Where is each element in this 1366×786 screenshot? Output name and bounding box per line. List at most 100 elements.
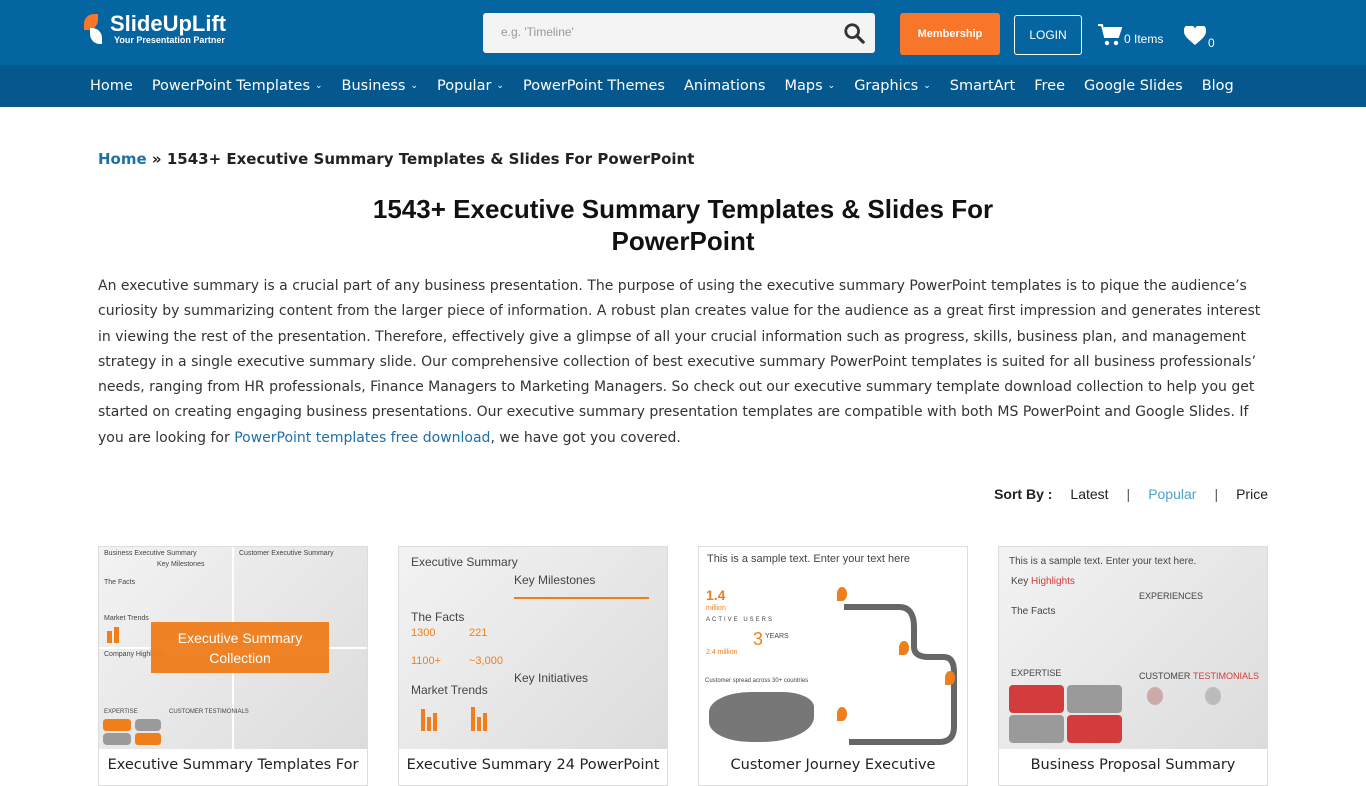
nav-label: Free	[1034, 78, 1065, 94]
nav-label: PowerPoint Templates	[151, 78, 310, 94]
search-input[interactable]: e.g. 'Timeline'	[483, 13, 875, 53]
product-card[interactable]: Business Executive Summary Customer Exec…	[98, 546, 368, 786]
nav-item-home[interactable]: Home	[90, 78, 133, 94]
nav-item-blog[interactable]: Blog	[1202, 78, 1234, 94]
wishlist-count: 0	[1208, 36, 1215, 50]
sort-bar: Sort By : Latest | Popular | Price	[994, 486, 1268, 502]
nav-item-google-slides[interactable]: Google Slides	[1084, 78, 1183, 94]
breadcrumb-current: 1543+ Executive Summary Templates & Slid…	[166, 150, 695, 168]
sort-popular[interactable]: Popular	[1148, 486, 1196, 502]
chevron-down-icon: ⌄	[827, 81, 836, 91]
thumb-text: This is a sample text. Enter your text h…	[1009, 556, 1197, 567]
nav-label: Maps	[784, 78, 823, 94]
thumb-text: This is a sample text. Enter your text h…	[707, 553, 910, 565]
thumb-text: EXPERIENCES	[1139, 591, 1204, 601]
thumb-text: Business Executive Summary	[104, 550, 197, 557]
nav-label: Google Slides	[1084, 78, 1183, 94]
divider: |	[1214, 486, 1219, 502]
card-thumbnail[interactable]: Business Executive Summary Customer Exec…	[99, 547, 367, 749]
logo[interactable]: SlideUpLift Your Presentation Partner	[82, 12, 226, 46]
chevron-down-icon: ⌄	[496, 81, 504, 91]
page-title: 1543+ Executive Summary Templates & Slid…	[372, 194, 994, 256]
cart-link[interactable]: 0 Items	[1098, 24, 1163, 46]
nav-item-animations[interactable]: Animations	[684, 78, 765, 94]
thumb-text: EXPERTISE	[104, 709, 138, 715]
thumb-text: The Facts	[104, 579, 136, 586]
thumb-text: Executive Summary	[411, 555, 518, 569]
free-templates-link[interactable]: PowerPoint templates free download	[234, 430, 490, 446]
thumb-text: 2.4 million	[706, 649, 738, 656]
sort-price[interactable]: Price	[1236, 486, 1268, 502]
nav-item-powerpoint-themes[interactable]: PowerPoint Themes	[523, 78, 665, 94]
thumb-text: Market Trends	[411, 683, 488, 697]
nav-item-powerpoint-templates[interactable]: PowerPoint Templates ⌄	[152, 78, 323, 94]
nav-item-maps[interactable]: Maps ⌄	[784, 78, 835, 94]
cart-icon	[1098, 24, 1122, 46]
journey-road	[844, 604, 957, 745]
product-card[interactable]: Executive Summary Key Milestones The Fac…	[398, 546, 668, 786]
nav-label: Popular	[437, 78, 492, 94]
nav-label: Business	[341, 78, 406, 94]
breadcrumb-home[interactable]: Home	[98, 150, 147, 168]
sort-latest[interactable]: Latest	[1070, 486, 1108, 502]
thumb-text: 221	[469, 627, 488, 639]
logo-icon	[82, 12, 106, 46]
collection-overlay: Executive Summary Collection	[151, 622, 329, 673]
chevron-down-icon: ⌄	[315, 81, 323, 91]
thumb-text: 1300	[411, 627, 436, 639]
card-title[interactable]: Executive Summary Templates For	[99, 749, 367, 773]
thumb-text: 3	[753, 629, 764, 649]
nav-item-smartart[interactable]: SmartArt	[950, 78, 1015, 94]
breadcrumb: Home » 1543+ Executive Summary Templates…	[98, 150, 694, 168]
nav-label: Animations	[684, 78, 766, 94]
chevron-down-icon: ⌄	[923, 81, 931, 91]
thumb-text: million	[706, 605, 726, 612]
search-icon[interactable]	[843, 22, 865, 44]
card-title[interactable]: Business Proposal Summary	[999, 749, 1267, 773]
thumb-text: The Facts	[411, 610, 465, 624]
search-placeholder: e.g. 'Timeline'	[501, 25, 574, 39]
card-title[interactable]: Executive Summary 24 PowerPoint	[399, 749, 667, 773]
wishlist-link[interactable]: 0	[1184, 26, 1215, 50]
card-thumbnail[interactable]: Executive Summary Key Milestones The Fac…	[399, 547, 667, 749]
top-header: SlideUpLift Your Presentation Partner e.…	[0, 0, 1366, 65]
thumb-text: Key	[1011, 576, 1029, 587]
product-card[interactable]: This is a sample text. Enter your text h…	[698, 546, 968, 786]
thumb-text: Key Milestones	[514, 573, 596, 587]
page-description: An executive summary is a crucial part o…	[98, 274, 1270, 451]
thumb-text: CUSTOMER TESTIMONIALS	[169, 709, 249, 715]
login-button[interactable]: LOGIN	[1014, 15, 1082, 55]
description-text: An executive summary is a crucial part o…	[98, 278, 1261, 446]
nav-item-popular[interactable]: Popular ⌄	[437, 78, 504, 94]
card-thumbnail[interactable]: This is a sample text. Enter your text h…	[999, 547, 1267, 749]
nav-item-free[interactable]: Free	[1034, 78, 1065, 94]
nav-label: SmartArt	[949, 78, 1016, 94]
membership-button[interactable]: Membership	[900, 13, 1000, 55]
thumb-text: Market Trends	[104, 615, 149, 622]
nav-label: PowerPoint Themes	[522, 78, 665, 94]
thumb-text: Highlights	[1031, 576, 1075, 587]
card-thumbnail[interactable]: This is a sample text. Enter your text h…	[699, 547, 967, 749]
nav-label: Home	[90, 78, 133, 94]
cart-count: 0 Items	[1124, 32, 1164, 46]
thumb-text: ~3,000	[469, 655, 503, 667]
thumb-text: Customer Executive Summary	[239, 550, 334, 557]
breadcrumb-separator: »	[151, 150, 162, 168]
card-title[interactable]: Customer Journey Executive	[699, 749, 967, 773]
thumb-text: 1100+	[411, 655, 442, 667]
heart-icon	[1184, 26, 1206, 45]
thumb-text: 1.4	[706, 587, 726, 603]
main-nav: Home PowerPoint Templates ⌄ Business ⌄ Popula…	[0, 65, 1366, 107]
thumb-text: EXPERTISE	[1011, 668, 1062, 678]
thumb-text: Customer spread across 30+ countries	[705, 678, 809, 684]
product-card[interactable]: This is a sample text. Enter your text h…	[998, 546, 1268, 786]
thumb-text: The Facts	[1011, 606, 1056, 617]
thumb-text: CUSTOMER	[1139, 671, 1191, 681]
thumb-text: Key Milestones	[157, 561, 205, 568]
thumb-text: TESTIMONIALS	[1193, 671, 1260, 681]
divider: |	[1126, 486, 1131, 502]
nav-item-graphics[interactable]: Graphics ⌄	[854, 78, 931, 94]
thumb-text: YEARS	[765, 633, 789, 640]
thumb-text: ACTIVE USERS	[706, 617, 775, 623]
nav-item-business[interactable]: Business ⌄	[342, 78, 419, 94]
